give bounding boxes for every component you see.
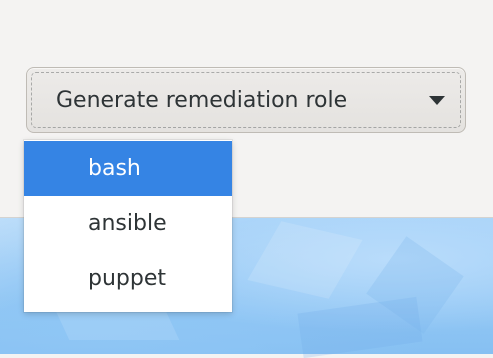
menu-item-label: ansible [88,211,167,236]
menu-item-bash[interactable]: bash [24,141,232,196]
chevron-down-icon [429,96,445,105]
combo-label: Generate remediation role [56,88,348,113]
menu-item-ansible[interactable]: ansible [24,196,232,251]
menu-item-puppet[interactable]: puppet [24,251,232,306]
generate-remediation-role-combo[interactable]: Generate remediation role [26,67,466,133]
menu-item-label: puppet [88,266,166,291]
menu-item-label: bash [88,156,141,181]
remediation-role-menu: bash ansible puppet [24,140,232,312]
